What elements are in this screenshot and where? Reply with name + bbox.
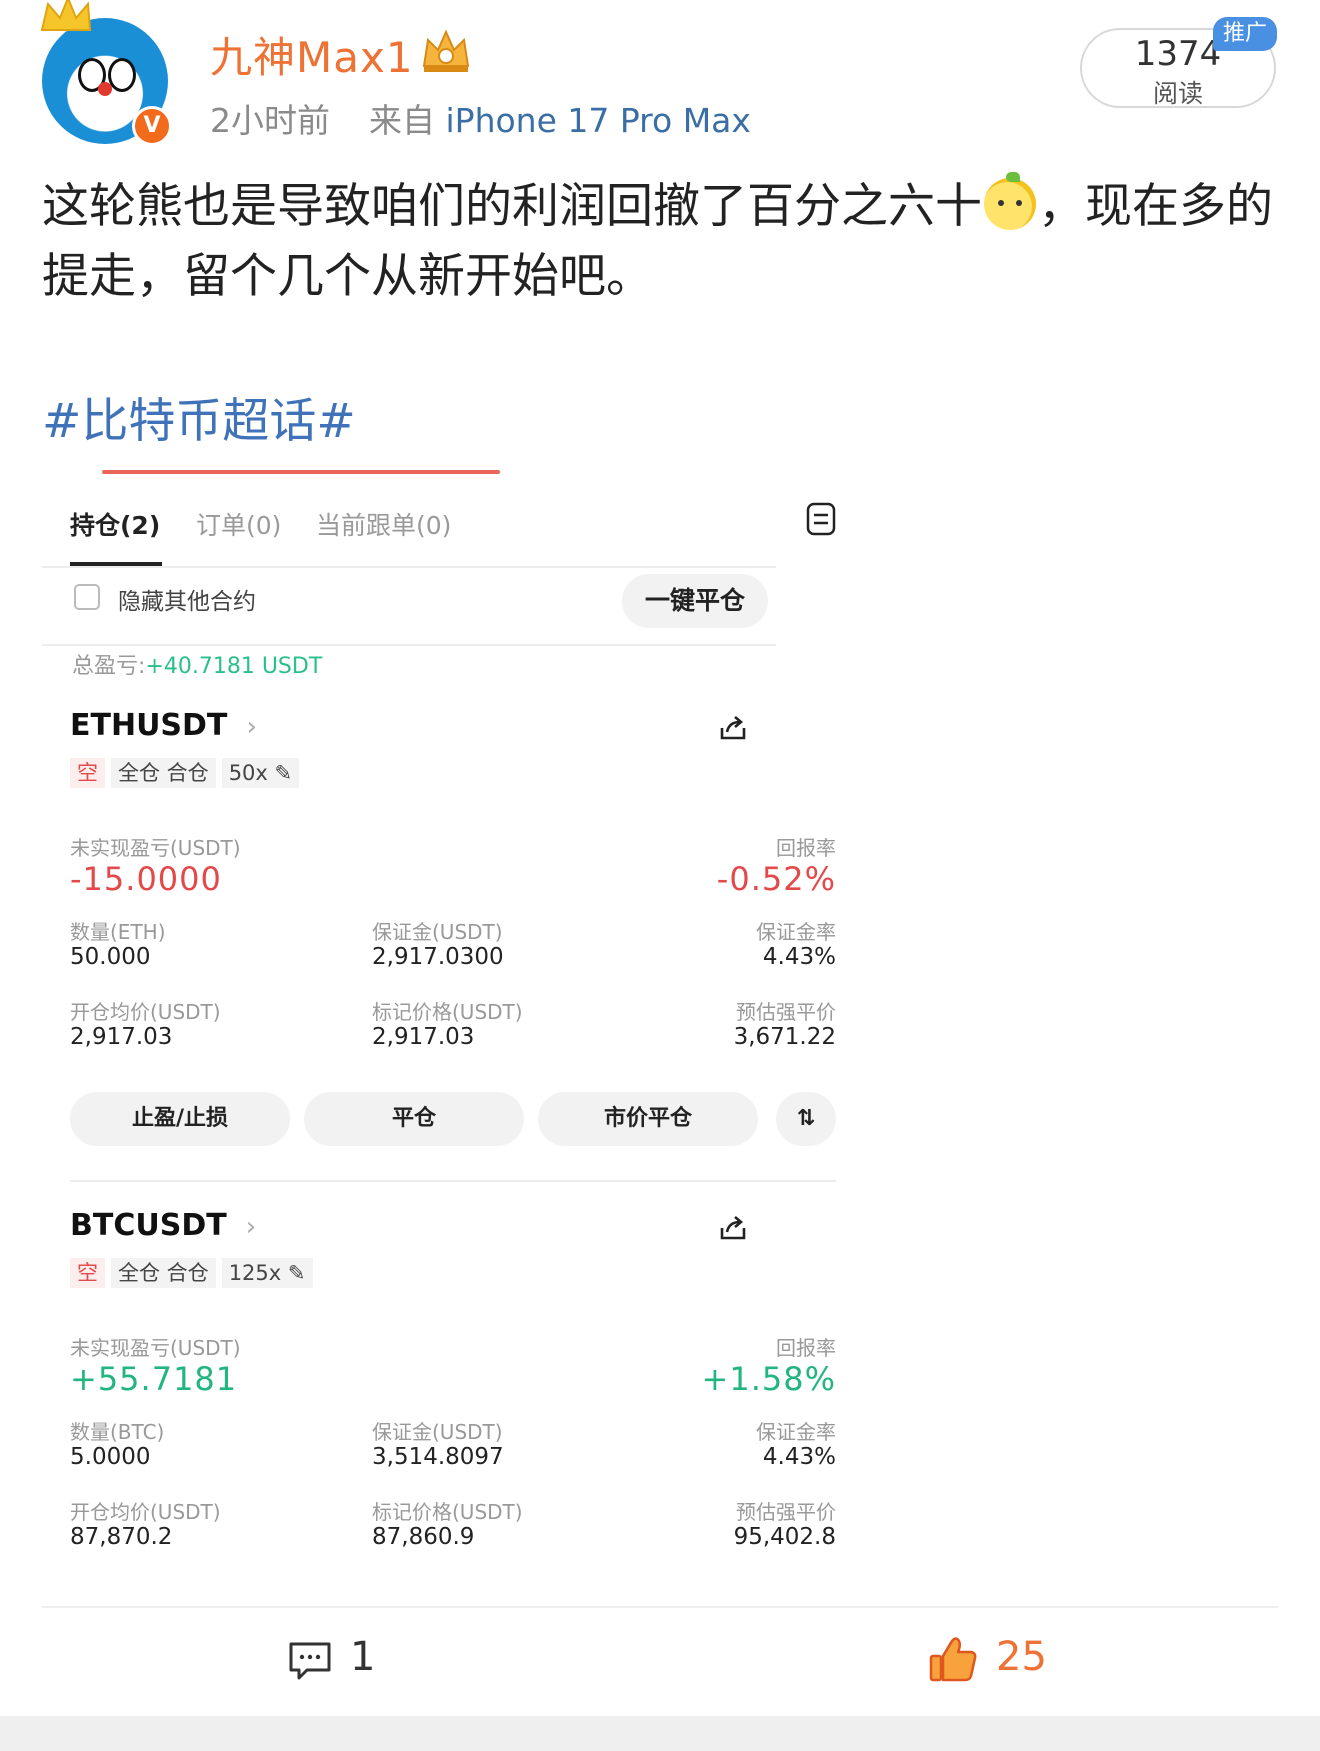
divider	[42, 566, 776, 568]
close-all-button[interactable]: 一键平仓	[622, 574, 768, 628]
roe-value: +1.58%	[701, 1360, 836, 1398]
total-pnl: 总盈亏:+40.7181 USDT	[72, 648, 322, 680]
avatar-nose	[98, 82, 112, 96]
quantity-value: 50.000	[70, 944, 151, 970]
roe-label: 回报率	[776, 1336, 836, 1360]
bottom-strip	[0, 1716, 1320, 1751]
document-icon[interactable]	[806, 502, 836, 536]
swap-arrows-icon: ⇅	[796, 1106, 816, 1131]
tab-orders[interactable]: 订单(0)	[196, 506, 281, 542]
vip-crown-icon	[422, 29, 470, 72]
crown-icon	[40, 0, 92, 31]
market-close-button[interactable]: 市价平仓	[538, 1092, 758, 1146]
position-symbol-row[interactable]: BTCUSDT ›	[70, 1208, 256, 1243]
liquidation-price-value: 95,402.8	[733, 1524, 836, 1550]
margin-ratio-value: 4.43%	[762, 1444, 836, 1470]
total-pnl-label: 总盈亏:	[72, 654, 146, 679]
position-tags: 空全仓 合仓 125x ✎	[70, 1258, 319, 1288]
comment-icon[interactable]	[288, 1640, 332, 1682]
liquidation-price-label: 预估强平价	[736, 1500, 836, 1524]
unrealized-pnl-label: 未实现盈亏(USDT)	[70, 1336, 241, 1360]
liquidation-price-value: 3,671.22	[733, 1024, 836, 1050]
tab-copy-orders[interactable]: 当前跟单(0)	[316, 506, 451, 542]
margin-ratio-label: 保证金率	[756, 1420, 836, 1444]
side-tag: 空	[70, 758, 105, 788]
quantity-label: 数量(BTC)	[70, 1420, 165, 1444]
read-label: 阅读	[1152, 79, 1203, 108]
margin-mode-tag: 全仓 合仓	[111, 1258, 216, 1288]
position-symbol: ETHUSDT	[70, 708, 228, 743]
leverage-value: 125x	[228, 1261, 282, 1285]
comment-count[interactable]: 1	[350, 1634, 375, 1680]
reverse-position-button[interactable]: ⇅	[776, 1092, 836, 1146]
edit-icon: ✎	[287, 1261, 306, 1285]
leverage-tag[interactable]: 125x ✎	[221, 1258, 313, 1288]
position-tabs: 持仓(2) 订单(0) 当前跟单(0)	[70, 506, 770, 546]
post-device: iPhone 17 Pro Max	[445, 101, 751, 140]
trading-screenshot[interactable]: 持仓(2) 订单(0) 当前跟单(0) 隐藏其他合约 一键平仓 总盈亏:+40.…	[42, 470, 864, 1570]
like-count[interactable]: 25	[996, 1634, 1047, 1680]
tp-sl-button[interactable]: 止盈/止损	[70, 1092, 290, 1146]
margin-label: 保证金(USDT)	[372, 1420, 503, 1444]
username[interactable]: 九神Max1	[210, 24, 414, 85]
unrealized-pnl-label: 未实现盈亏(USDT)	[70, 836, 241, 860]
unrealized-pnl-value: +55.7181	[70, 1360, 238, 1398]
entry-price-value: 2,917.03	[70, 1024, 173, 1050]
entry-price-label: 开仓均价(USDT)	[70, 1500, 221, 1524]
tab-positions[interactable]: 持仓(2)	[70, 506, 160, 542]
post-meta: 2小时前 来自 iPhone 17 Pro Max	[210, 94, 751, 142]
hashtag-link[interactable]: #比特币超话#	[42, 382, 356, 451]
thumbs-up-icon[interactable]	[928, 1634, 978, 1684]
margin-ratio-label: 保证金率	[756, 920, 836, 944]
avatar-eye	[108, 58, 136, 92]
unrealized-pnl-value: -15.0000	[70, 860, 222, 898]
chevron-right-icon: ›	[245, 1212, 257, 1242]
mark-price-value: 2,917.03	[372, 1024, 475, 1050]
position-symbol: BTCUSDT	[70, 1208, 227, 1243]
lemon-face-emoji-icon	[984, 172, 1036, 230]
edit-icon: ✎	[274, 761, 293, 785]
mark-price-label: 标记价格(USDT)	[372, 1000, 523, 1024]
margin-value: 2,917.0300	[372, 944, 504, 970]
post-text-part1: 这轮熊也是导致咱们的利润回撤了百分之六十	[42, 179, 982, 234]
side-tag: 空	[70, 1258, 105, 1288]
leverage-value: 50x	[228, 761, 268, 785]
roe-value: -0.52%	[716, 860, 836, 898]
leverage-tag[interactable]: 50x ✎	[221, 758, 300, 788]
share-icon[interactable]	[718, 714, 748, 744]
entry-price-label: 开仓均价(USDT)	[70, 1000, 221, 1024]
total-pnl-value: +40.7181 USDT	[145, 654, 323, 679]
share-icon[interactable]	[718, 1214, 748, 1244]
position-symbol-row[interactable]: ETHUSDT ›	[70, 708, 257, 743]
quantity-value: 5.0000	[70, 1444, 151, 1470]
avatar[interactable]: V	[38, 0, 178, 146]
mark-price-value: 87,860.9	[372, 1524, 475, 1550]
margin-value: 3,514.8097	[372, 1444, 504, 1470]
margin-mode-tag: 全仓 合仓	[111, 758, 216, 788]
post-time: 2小时前	[210, 101, 330, 140]
post-source-prefix: 来自	[369, 101, 435, 140]
divider	[42, 644, 776, 646]
red-top-bar	[102, 470, 500, 474]
position-tags: 空全仓 合仓 50x ✎	[70, 758, 305, 788]
close-position-button[interactable]: 平仓	[304, 1092, 524, 1146]
promo-badge: 推广	[1213, 17, 1277, 51]
quantity-label: 数量(ETH)	[70, 920, 166, 944]
roe-label: 回报率	[776, 836, 836, 860]
footer-divider	[42, 1606, 1278, 1608]
margin-ratio-value: 4.43%	[762, 944, 836, 970]
divider	[70, 1180, 836, 1182]
margin-label: 保证金(USDT)	[372, 920, 503, 944]
post-text: 这轮熊也是导致咱们的利润回撤了百分之六十 ，现在多的提走，留个几个从新开始吧。	[42, 172, 1282, 312]
hide-other-checkbox[interactable]	[74, 584, 100, 610]
entry-price-value: 87,870.2	[70, 1524, 173, 1550]
mark-price-label: 标记价格(USDT)	[372, 1500, 523, 1524]
verified-badge-icon: V	[132, 106, 172, 146]
liquidation-price-label: 预估强平价	[736, 1000, 836, 1024]
chevron-right-icon: ›	[246, 712, 257, 742]
hide-other-label: 隐藏其他合约	[118, 589, 256, 615]
